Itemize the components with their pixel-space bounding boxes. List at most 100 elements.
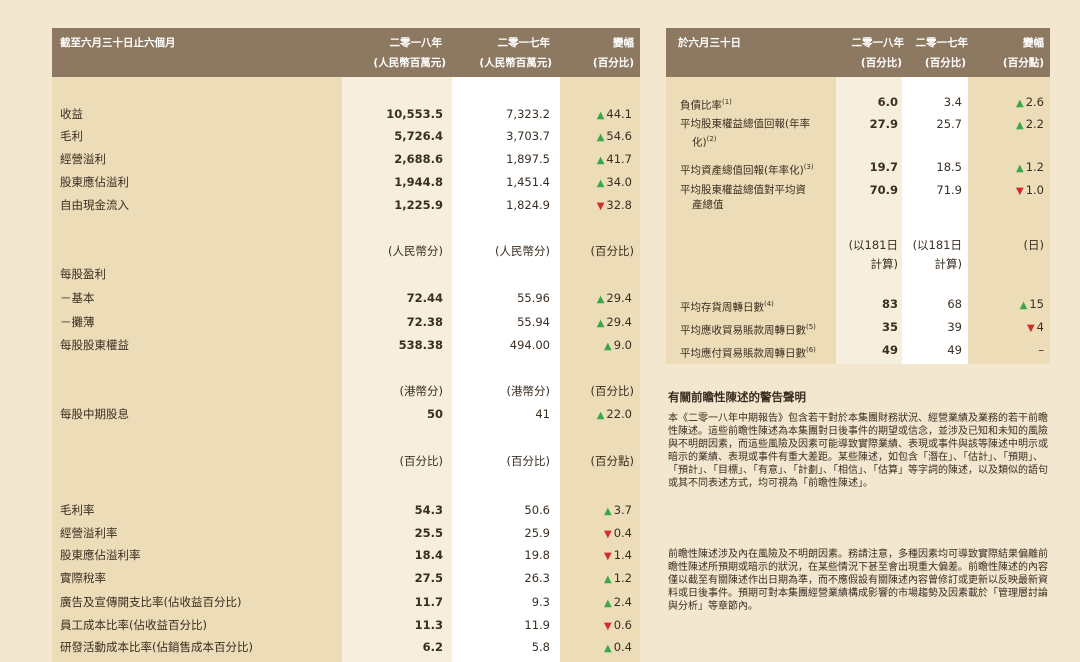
row-label: 員工成本比率(佔收益百分比): [60, 618, 207, 632]
change-cell: ▲ 54.6: [560, 129, 632, 145]
row-label: 平均股東權益總值對平均資: [680, 183, 806, 197]
unit-2018: (百分比): [399, 454, 443, 468]
row-label: 股東應佔溢利率: [60, 548, 141, 562]
row-label-text: 平均股東權益總值對平均資: [680, 184, 806, 196]
col-2017-heading: 二零一七年: [497, 37, 551, 49]
value-2017: 18.5: [936, 160, 962, 174]
value-2018: 10,553.5: [386, 107, 443, 121]
value-2017: 1,897.5: [506, 152, 550, 166]
arrow-up-icon: ▲: [604, 574, 612, 585]
value-2018: 1,225.9: [394, 198, 443, 212]
value-2018: 6.0: [877, 95, 898, 109]
change-value: 0.4: [613, 526, 632, 540]
change-value: 1.2: [613, 571, 632, 585]
change-cell: ▲ 2.2: [980, 117, 1044, 133]
value-2018: 1,944.8: [394, 175, 443, 189]
unit-2017: (百分比): [924, 57, 966, 69]
arrow-down-icon: ▼: [604, 551, 612, 562]
arrow-up-icon: ▲: [596, 178, 605, 189]
arrow-up-icon: ▲: [604, 643, 612, 654]
row-label: 實際稅率: [60, 571, 106, 585]
change-heading: 變幅: [613, 37, 634, 49]
value-2017: 55.96: [517, 291, 550, 305]
value-2017: 55.94: [517, 315, 550, 329]
unit-change: (百分比): [590, 384, 634, 398]
change-value: 9.0: [613, 338, 632, 352]
value-2018: 72.44: [406, 291, 443, 305]
change-value: –: [1038, 343, 1044, 357]
unit-2017-line2: 計算): [934, 257, 963, 271]
row-label: 經營溢利率: [60, 526, 118, 540]
change-value: 3.7: [613, 503, 632, 517]
change-cell: ▲ 3.7: [560, 503, 632, 519]
change-cell: ▲ 1.2: [980, 160, 1044, 176]
value-2018: 5,726.4: [394, 129, 443, 143]
arrow-up-icon: ▲: [596, 410, 605, 421]
arrow-down-icon: ▼: [1026, 323, 1035, 334]
value-2017: 41: [535, 407, 550, 421]
value-2017: 5.8: [531, 640, 550, 654]
unit-2018-line2: 計算): [870, 257, 899, 271]
change-value: 15: [1029, 297, 1044, 311]
unit-2017: (人民幣分): [495, 244, 550, 258]
value-2018: 6.2: [422, 640, 443, 654]
footnote-marker: (5): [806, 323, 816, 331]
change-cell: ▲ 34.0: [560, 175, 632, 191]
row-label-text: 平均資產總值回報(年率化): [680, 164, 804, 177]
col-2018-heading: 二零一八年: [389, 37, 443, 49]
arrow-up-icon: ▲: [596, 132, 605, 143]
arrow-up-icon: ▲: [1016, 98, 1024, 109]
change-value: 0.6: [613, 618, 632, 632]
value-2017: 7,323.2: [506, 107, 550, 121]
row-label: 研發活動成本比率(佔銷售成本百分比): [60, 640, 253, 654]
value-2018: 18.4: [414, 548, 443, 562]
arrow-up-icon: ▲: [596, 110, 605, 121]
arrow-up-icon: ▲: [596, 294, 605, 305]
footnote-marker: (2): [706, 135, 717, 143]
value-2017: 11.9: [524, 618, 550, 632]
unit-change: (百分比): [592, 57, 634, 69]
change-heading: 變幅: [1023, 37, 1044, 49]
row-label-text: 產總值: [692, 199, 724, 211]
change-cell: ▲ 29.4: [560, 315, 632, 331]
value-2017: 494.00: [509, 338, 550, 352]
unit-2017-line1: (以181日: [912, 238, 962, 252]
value-2017: 71.9: [936, 183, 962, 197]
change-cell: ▲ 2.4: [560, 595, 632, 611]
change-cell: ▼ 32.8: [560, 198, 632, 214]
value-2018: 70.9: [869, 183, 898, 197]
row-label: 平均應付貿易賬款周轉日數(6): [680, 343, 816, 361]
row-label: 平均股東權益總值回報(年率: [680, 117, 810, 131]
unit-2018-line1: (以181日: [848, 238, 898, 252]
row-label: 平均存貨周轉日數(4): [680, 297, 774, 315]
change-cell: ▲ 41.7: [560, 152, 632, 168]
arrow-up-icon: ▲: [1016, 120, 1024, 131]
value-2018: 54.3: [414, 503, 443, 517]
value-2017: 26.3: [524, 571, 550, 585]
arrow-up-icon: ▲: [1019, 300, 1028, 311]
change-value: 1.0: [1025, 183, 1044, 197]
row-label-text: 負債比率: [680, 99, 722, 112]
footnote-marker: (1): [722, 98, 732, 106]
change-value: 2.4: [613, 595, 632, 609]
value-2018: 538.38: [398, 338, 443, 352]
col-2018-heading: 二零一八年: [851, 37, 905, 49]
value-2017: 49: [947, 343, 962, 357]
value-2018: 72.38: [406, 315, 443, 329]
value-2018: 19.7: [869, 160, 898, 174]
arrow-up-icon: ▲: [604, 598, 612, 609]
change-cell: ▲ 0.4: [560, 640, 632, 656]
col-2017-heading: 二零一七年: [915, 37, 969, 49]
value-2018: 11.3: [414, 618, 443, 632]
value-2017: 68: [947, 297, 962, 311]
arrow-down-icon: ▼: [596, 201, 605, 212]
change-value: 44.1: [606, 107, 632, 121]
change-value: 29.4: [606, 291, 632, 305]
change-value: 1.2: [1025, 160, 1044, 174]
arrow-up-icon: ▲: [1016, 163, 1024, 174]
change-value: 2.2: [1025, 117, 1044, 131]
row-label: 廣告及宣傳開支比率(佔收益百分比): [60, 595, 242, 609]
row-label-text: 平均應收貿易賬款周轉日數: [680, 324, 806, 337]
footnote-marker: (6): [806, 346, 816, 354]
change-cell: ▼ 0.6: [560, 618, 632, 634]
